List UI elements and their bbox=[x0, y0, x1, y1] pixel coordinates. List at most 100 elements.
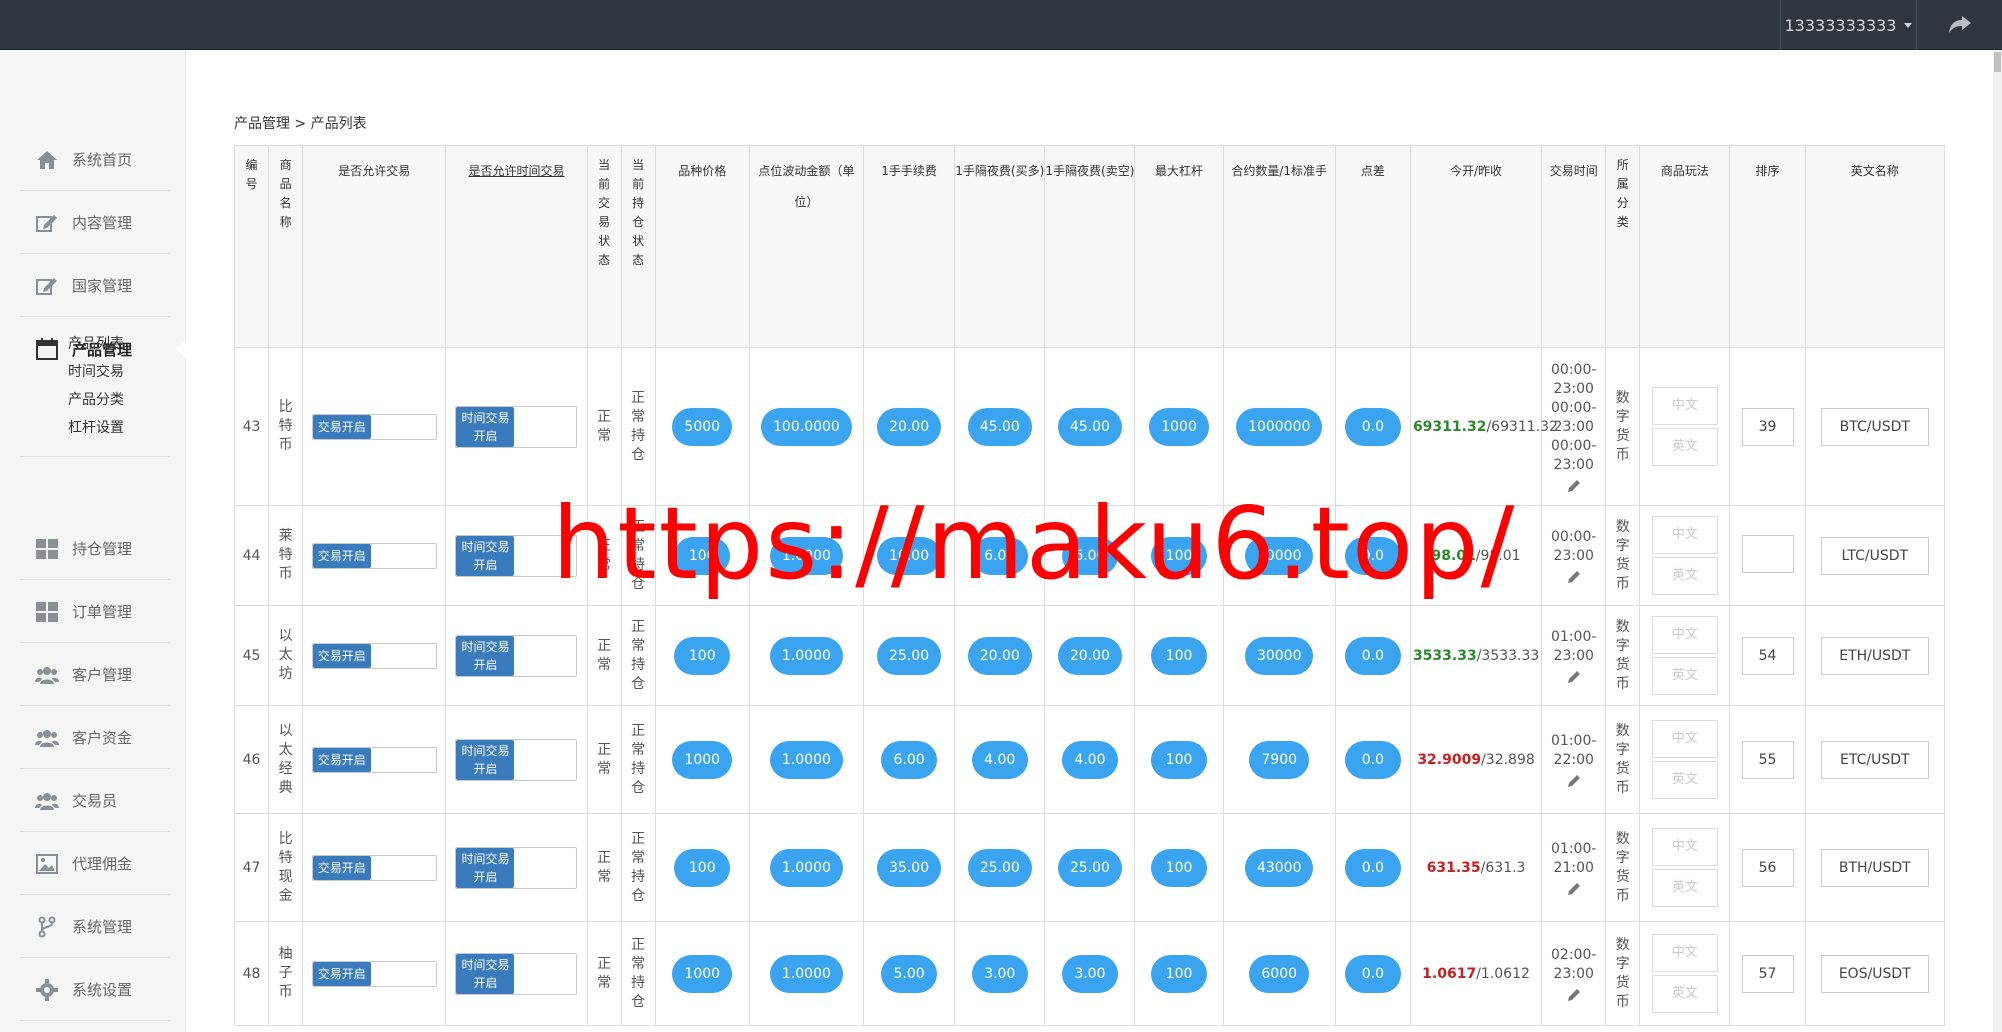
lang-en-button[interactable]: 英文 bbox=[1651, 761, 1718, 799]
lang-cn-button[interactable]: 中文 bbox=[1651, 828, 1718, 866]
time-trade-toggle[interactable]: 时间交易 开启 bbox=[455, 738, 578, 781]
price-pill[interactable]: 1000 bbox=[672, 740, 733, 779]
sidebar-item-8[interactable]: 交易员 bbox=[20, 770, 170, 832]
overnight-sell-pill[interactable]: 4.00 bbox=[1061, 740, 1118, 779]
sidebar-item-10[interactable]: 系统管理 bbox=[20, 896, 170, 958]
lang-cn-button[interactable]: 中文 bbox=[1651, 387, 1718, 425]
leverage-pill[interactable]: 100 bbox=[1151, 740, 1208, 779]
trade-toggle[interactable]: 交易开启 bbox=[311, 746, 437, 773]
lang-cn-button[interactable]: 中文 bbox=[1651, 616, 1718, 654]
fee-pill[interactable]: 6.00 bbox=[881, 740, 938, 779]
lang-cn-button[interactable]: 中文 bbox=[1651, 516, 1718, 554]
submenu-item-time-trade[interactable]: 时间交易 bbox=[68, 358, 178, 386]
trade-toggle[interactable]: 交易开启 bbox=[311, 960, 437, 987]
trade-toggle[interactable]: 交易开启 bbox=[311, 854, 437, 881]
overnight-buy-pill[interactable]: 20.00 bbox=[967, 636, 1032, 675]
time-trade-toggle[interactable]: 时间交易 开启 bbox=[455, 952, 578, 995]
sidebar-item-0[interactable]: 系统首页 bbox=[20, 129, 170, 191]
english-name-input[interactable]: LTC/USDT bbox=[1820, 536, 1929, 575]
tick-pill[interactable]: 100.0000 bbox=[761, 407, 852, 446]
price-pill[interactable]: 1000 bbox=[672, 954, 733, 993]
contract-pill[interactable]: 7900 bbox=[1249, 740, 1310, 779]
trade-toggle[interactable]: 交易开启 bbox=[311, 413, 437, 440]
pencil-icon[interactable] bbox=[1567, 774, 1581, 788]
english-name-input[interactable]: EOS/USDT bbox=[1820, 954, 1929, 993]
sort-input[interactable]: 39 bbox=[1741, 407, 1794, 446]
spread-pill[interactable]: 0.0 bbox=[1344, 954, 1401, 993]
sidebar-item-6[interactable]: 客户管理 bbox=[20, 644, 170, 706]
leverage-pill[interactable]: 1000 bbox=[1149, 407, 1209, 446]
pencil-icon[interactable] bbox=[1567, 479, 1581, 493]
leverage-pill[interactable]: 100 bbox=[1151, 848, 1208, 887]
spread-pill[interactable]: 0.0 bbox=[1344, 636, 1401, 675]
price-pill[interactable]: 100 bbox=[674, 848, 731, 887]
lang-en-button[interactable]: 英文 bbox=[1651, 428, 1718, 466]
time-trade-toggle[interactable]: 时间交易 开启 bbox=[455, 634, 578, 677]
pencil-icon[interactable] bbox=[1567, 988, 1581, 1002]
overnight-sell-pill[interactable]: 3.00 bbox=[1061, 954, 1118, 993]
sidebar-item-5[interactable]: 订单管理 bbox=[20, 581, 170, 643]
english-name-input[interactable]: ETH/USDT bbox=[1820, 636, 1929, 675]
english-name-input[interactable]: ETC/USDT bbox=[1820, 740, 1929, 779]
overnight-buy-pill[interactable]: 45.00 bbox=[967, 407, 1032, 446]
leverage-pill[interactable]: 100 bbox=[1151, 954, 1208, 993]
overnight-buy-pill[interactable]: 25.00 bbox=[967, 848, 1032, 887]
submenu-item-category[interactable]: 产品分类 bbox=[68, 386, 178, 414]
contract-pill[interactable]: 30000 bbox=[1244, 636, 1314, 675]
tick-pill[interactable]: 1.0000 bbox=[769, 636, 843, 675]
submenu-item-product-list[interactable]: 产品列表 bbox=[68, 330, 178, 358]
pencil-icon[interactable] bbox=[1567, 882, 1581, 896]
time-trade-toggle[interactable]: 时间交易 开启 bbox=[455, 846, 578, 889]
submenu-item-leverage[interactable]: 杠杆设置 bbox=[68, 414, 178, 442]
spread-pill[interactable]: 0.0 bbox=[1344, 848, 1401, 887]
fee-pill[interactable]: 20.00 bbox=[877, 407, 942, 446]
english-name-input[interactable]: BTH/USDT bbox=[1820, 848, 1929, 887]
header-allow-time-trade-link[interactable]: 是否允许时间交易 bbox=[468, 164, 564, 178]
contract-pill[interactable]: 1000000 bbox=[1236, 407, 1323, 446]
trade-toggle[interactable]: 交易开启 bbox=[311, 642, 437, 669]
contract-pill[interactable]: 43000 bbox=[1244, 848, 1314, 887]
scrollbar[interactable] bbox=[1993, 50, 2002, 1032]
overnight-buy-pill[interactable]: 3.00 bbox=[971, 954, 1028, 993]
spread-pill[interactable]: 0.0 bbox=[1344, 740, 1401, 779]
time-trade-toggle[interactable]: 时间交易 开启 bbox=[455, 405, 578, 448]
sidebar-item-4[interactable]: 持仓管理 bbox=[20, 518, 170, 580]
lang-cn-button[interactable]: 中文 bbox=[1651, 934, 1718, 972]
trade-toggle[interactable]: 交易开启 bbox=[311, 542, 437, 569]
sort-input[interactable]: 54 bbox=[1741, 636, 1794, 675]
overnight-sell-pill[interactable]: 20.00 bbox=[1057, 636, 1122, 675]
overnight-sell-pill[interactable]: 25.00 bbox=[1057, 848, 1122, 887]
fee-pill[interactable]: 5.00 bbox=[881, 954, 938, 993]
sort-input[interactable]: 56 bbox=[1741, 848, 1794, 887]
sort-input[interactable] bbox=[1741, 534, 1794, 573]
lang-en-button[interactable]: 英文 bbox=[1651, 657, 1718, 695]
sort-input[interactable]: 57 bbox=[1741, 954, 1794, 993]
sidebar-item-7[interactable]: 客户资金 bbox=[20, 707, 170, 769]
overnight-sell-pill[interactable]: 45.00 bbox=[1057, 407, 1122, 446]
lang-en-button[interactable]: 英文 bbox=[1651, 869, 1718, 907]
sidebar-item-2[interactable]: 国家管理 bbox=[20, 255, 170, 317]
english-name-input[interactable]: BTC/USDT bbox=[1820, 407, 1929, 446]
price-pill[interactable]: 100 bbox=[674, 636, 731, 675]
tick-pill[interactable]: 1.0000 bbox=[769, 954, 843, 993]
price-pill[interactable]: 5000 bbox=[672, 407, 733, 446]
overnight-buy-pill[interactable]: 4.00 bbox=[971, 740, 1028, 779]
tick-pill[interactable]: 1.0000 bbox=[769, 848, 843, 887]
fee-pill[interactable]: 25.00 bbox=[877, 636, 942, 675]
header-allow-time-trade[interactable]: 是否允许时间交易 bbox=[445, 145, 588, 348]
sidebar-item-11[interactable]: 系统设置 bbox=[20, 959, 170, 1021]
sidebar-item-9[interactable]: 代理佣金 bbox=[20, 833, 170, 895]
pencil-icon[interactable] bbox=[1567, 670, 1581, 684]
fee-pill[interactable]: 35.00 bbox=[877, 848, 942, 887]
logout-button[interactable] bbox=[1916, 0, 2002, 50]
pencil-icon[interactable] bbox=[1567, 570, 1581, 584]
lang-cn-button[interactable]: 中文 bbox=[1651, 720, 1718, 758]
lang-en-button[interactable]: 英文 bbox=[1651, 557, 1718, 595]
contract-pill[interactable]: 6000 bbox=[1249, 954, 1310, 993]
tick-pill[interactable]: 1.0000 bbox=[769, 740, 843, 779]
scrollbar-thumb[interactable] bbox=[1994, 52, 2001, 72]
lang-en-button[interactable]: 英文 bbox=[1651, 975, 1718, 1013]
user-menu[interactable]: 13333333333 bbox=[1780, 0, 1916, 50]
sort-input[interactable]: 55 bbox=[1741, 740, 1794, 779]
sidebar-item-1[interactable]: 内容管理 bbox=[20, 192, 170, 254]
